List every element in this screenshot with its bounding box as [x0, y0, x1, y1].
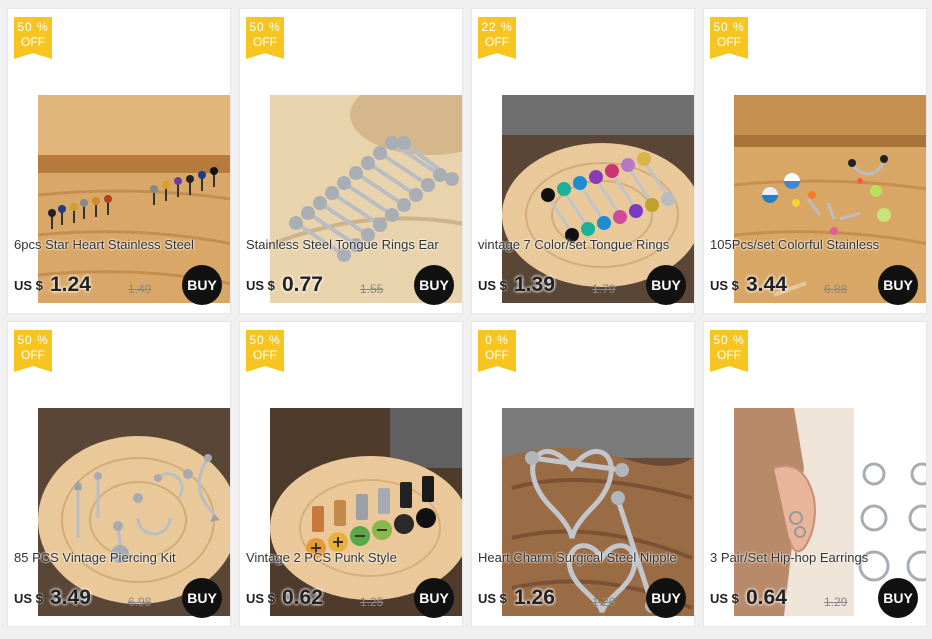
- price: 1.26: [514, 586, 555, 609]
- price: 1.39: [514, 273, 555, 296]
- original-price: 6.98: [128, 595, 152, 609]
- discount-badge: 50 % OFF: [246, 17, 284, 59]
- discount-off-label: OFF: [253, 348, 277, 362]
- currency-label: US $: [478, 278, 507, 293]
- product-card[interactable]: 50 % OFF Vintage 2 PCS Punk Style US $ 0…: [239, 321, 463, 627]
- discount-badge: 50 % OFF: [14, 330, 52, 372]
- product-title[interactable]: Vintage 2 PCS Punk Style: [246, 550, 458, 568]
- product-grid: 50 % OFF 6pcs Star Heart Stainless Steel…: [0, 0, 932, 639]
- discount-badge: 22 % OFF: [478, 17, 516, 59]
- price: 1.24: [50, 273, 91, 296]
- product-title[interactable]: 3 Pair/Set Hip-hop Earrings: [710, 550, 922, 568]
- price: 3.49: [50, 586, 91, 609]
- discount-badge: 50 % OFF: [246, 330, 284, 372]
- original-price: 1.26: [592, 595, 616, 609]
- discount-off-label: OFF: [485, 348, 509, 362]
- discount-percent: 50 %: [17, 20, 49, 34]
- discount-percent: 50 %: [249, 20, 281, 34]
- buy-button[interactable]: BUY: [414, 265, 454, 305]
- discount-percent: 50 %: [249, 333, 281, 347]
- product-card[interactable]: 50 % OFF 3 Pair/Set Hip-hop Earrings US …: [703, 321, 927, 627]
- price: 0.77: [282, 273, 323, 296]
- price: 0.64: [746, 586, 787, 609]
- currency-label: US $: [246, 591, 275, 606]
- buy-button[interactable]: BUY: [646, 265, 686, 305]
- discount-percent: 0 %: [485, 333, 509, 347]
- product-title[interactable]: 6pcs Star Heart Stainless Steel: [14, 237, 226, 255]
- buy-button[interactable]: BUY: [646, 578, 686, 618]
- original-price: 1.49: [128, 282, 152, 296]
- product-card[interactable]: 50 % OFF 6pcs Star Heart Stainless Steel…: [7, 8, 231, 314]
- discount-badge: 50 % OFF: [710, 330, 748, 372]
- price: 3.44: [746, 273, 787, 296]
- product-title[interactable]: Stainless Steel Tongue Rings Ear: [246, 237, 458, 255]
- currency-label: US $: [478, 591, 507, 606]
- original-price: 1.25: [360, 595, 384, 609]
- original-price: 6.88: [824, 282, 848, 296]
- original-price: 1.29: [824, 595, 848, 609]
- product-title[interactable]: 105Pcs/set Colorful Stainless: [710, 237, 922, 255]
- discount-badge: 0 % OFF: [478, 330, 516, 372]
- buy-button[interactable]: BUY: [878, 265, 918, 305]
- discount-percent: 50 %: [713, 20, 745, 34]
- price: 0.62: [282, 586, 323, 609]
- discount-off-label: OFF: [21, 35, 45, 49]
- original-price: 1.55: [360, 282, 384, 296]
- original-price: 1.79: [592, 282, 616, 296]
- discount-badge: 50 % OFF: [710, 17, 748, 59]
- currency-label: US $: [710, 591, 739, 606]
- discount-off-label: OFF: [253, 35, 277, 49]
- buy-button[interactable]: BUY: [414, 578, 454, 618]
- product-title[interactable]: vintage 7 Color/set Tongue Rings: [478, 237, 690, 255]
- discount-off-label: OFF: [21, 348, 45, 362]
- discount-percent: 22 %: [481, 20, 513, 34]
- currency-label: US $: [710, 278, 739, 293]
- buy-button[interactable]: BUY: [878, 578, 918, 618]
- discount-off-label: OFF: [485, 35, 509, 49]
- product-card[interactable]: 50 % OFF 105Pcs/set Colorful Stainless U…: [703, 8, 927, 314]
- product-card[interactable]: 50 % OFF 85 PCS Vintage Piercing Kit US …: [7, 321, 231, 627]
- discount-percent: 50 %: [713, 333, 745, 347]
- currency-label: US $: [246, 278, 275, 293]
- product-card[interactable]: 22 % OFF vintage 7 Color/set Tongue Ring…: [471, 8, 695, 314]
- product-title[interactable]: 85 PCS Vintage Piercing Kit: [14, 550, 226, 568]
- product-card[interactable]: 0 % OFF Heart Charm Surgical Steel Nippl…: [471, 321, 695, 627]
- buy-button[interactable]: BUY: [182, 578, 222, 618]
- buy-button[interactable]: BUY: [182, 265, 222, 305]
- currency-label: US $: [14, 278, 43, 293]
- discount-off-label: OFF: [717, 35, 741, 49]
- product-card[interactable]: 50 % OFF Stainless Steel Tongue Rings Ea…: [239, 8, 463, 314]
- discount-badge: 50 % OFF: [14, 17, 52, 59]
- currency-label: US $: [14, 591, 43, 606]
- product-title[interactable]: Heart Charm Surgical Steel Nipple: [478, 550, 690, 568]
- discount-percent: 50 %: [17, 333, 49, 347]
- discount-off-label: OFF: [717, 348, 741, 362]
